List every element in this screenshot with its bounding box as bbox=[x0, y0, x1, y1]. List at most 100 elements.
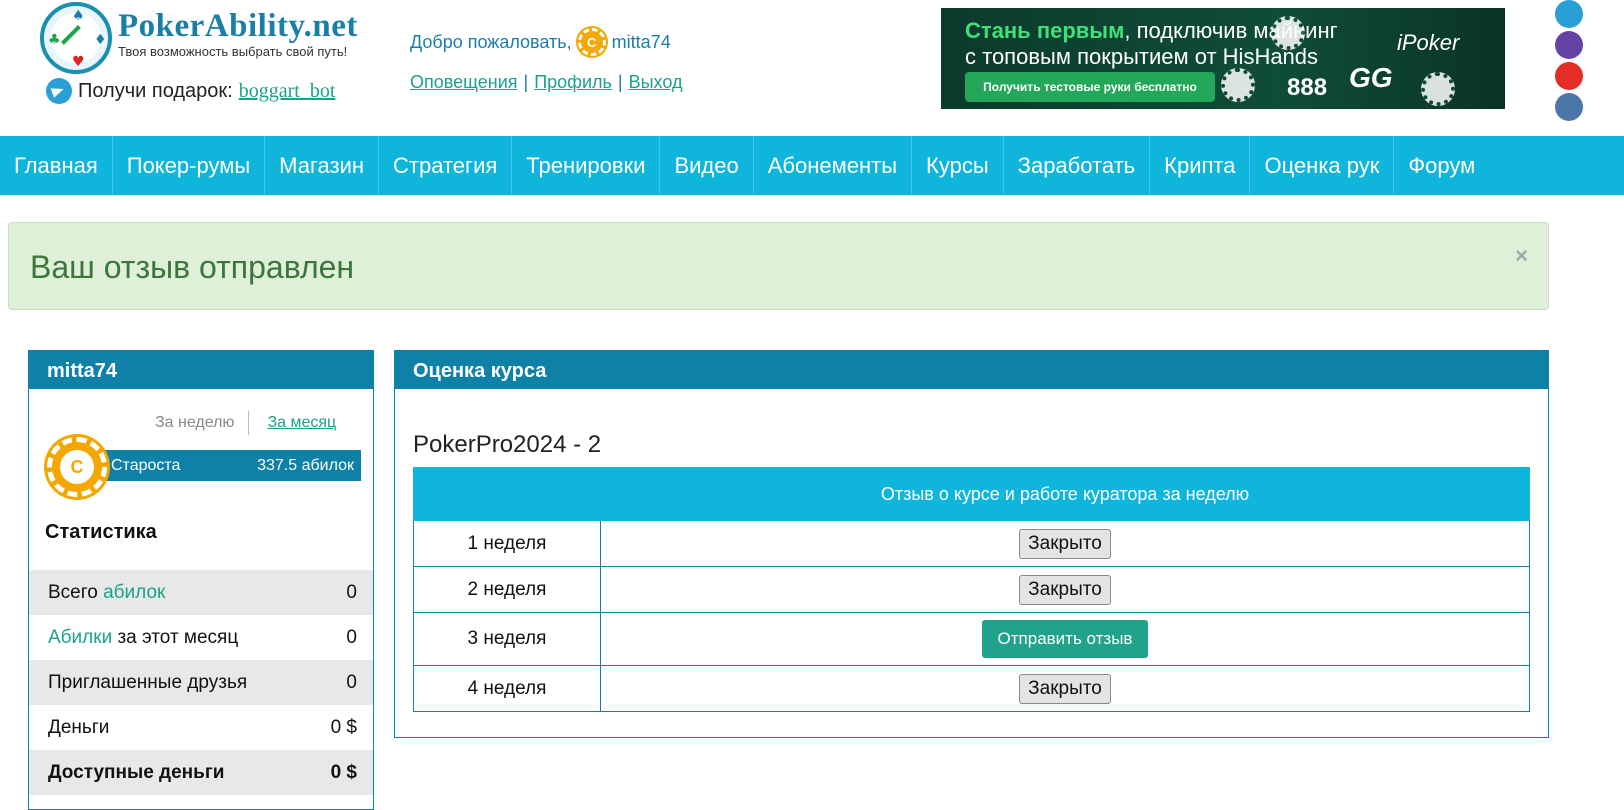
user-sidebar: mitta74 За неделю За месяц Староста 337.… bbox=[28, 350, 374, 810]
week-cell: 2 неделя bbox=[413, 566, 601, 613]
abilki-link[interactable]: Абилки bbox=[48, 627, 112, 648]
nav-item-strategy[interactable]: Стратегия bbox=[379, 136, 513, 195]
stat-label: Деньги bbox=[48, 716, 110, 738]
banner-headline-highlight: Стань первым bbox=[965, 18, 1125, 43]
closed-button[interactable]: Закрыто bbox=[1019, 528, 1111, 559]
nav-item-shop[interactable]: Магазин bbox=[265, 136, 380, 195]
period-week-tab[interactable]: За неделю bbox=[155, 414, 234, 432]
week-cell: 3 неделя bbox=[413, 612, 601, 666]
gift-bot-link[interactable]: boggart_bot bbox=[239, 80, 336, 103]
welcome-text: Добро пожаловать, bbox=[410, 31, 572, 52]
header-username[interactable]: mitta74 bbox=[612, 32, 671, 53]
action-cell: Закрыто bbox=[600, 665, 1530, 712]
gift-promo: Получи подарок: boggart_bot bbox=[46, 78, 335, 104]
nav-item-forum[interactable]: Форум bbox=[1394, 136, 1489, 195]
poker-chip-icon bbox=[1421, 72, 1455, 106]
stat-row: Всего абилок 0 bbox=[29, 570, 373, 615]
stat-label: Абилки за этот месяц bbox=[48, 627, 238, 649]
course-review-panel: Оценка курса PokerPro2024 - 2 Отзыв о ку… bbox=[394, 350, 1549, 738]
nav-item-poker-rooms[interactable]: Покер-румы bbox=[113, 136, 266, 195]
rank-bar: Староста 337.5 абилок bbox=[99, 450, 361, 481]
main-nav: Главная Покер-румы Магазин Стратегия Тре… bbox=[0, 136, 1624, 195]
table-row: 4 неделя Закрыто bbox=[413, 665, 1530, 712]
closed-button[interactable]: Закрыто bbox=[1019, 673, 1111, 704]
closed-button[interactable]: Закрыто bbox=[1019, 574, 1111, 605]
abilki-link[interactable]: абилок bbox=[103, 582, 165, 603]
panel-title: Оценка курса bbox=[395, 351, 1548, 389]
social-links bbox=[1555, 0, 1583, 124]
coin-letter: C bbox=[60, 450, 94, 484]
column-header-review: Отзыв о курсе и работе куратора за недел… bbox=[600, 467, 1530, 521]
rank-coin-icon: C bbox=[47, 437, 107, 497]
nav-item-hand-review[interactable]: Оценка рук bbox=[1250, 136, 1395, 195]
week-cell: 1 неделя bbox=[413, 520, 601, 567]
action-cell: Закрыто bbox=[600, 520, 1530, 567]
nav-item-trainings[interactable]: Тренировки bbox=[512, 136, 661, 195]
course-name: PokerPro2024 - 2 bbox=[413, 431, 602, 458]
close-icon[interactable]: × bbox=[1515, 243, 1528, 269]
link-separator: | bbox=[617, 72, 623, 92]
nav-item-video[interactable]: Видео bbox=[660, 136, 754, 195]
logout-link[interactable]: Выход bbox=[629, 72, 683, 92]
stat-label-text: Всего bbox=[48, 581, 104, 603]
stat-value: 0 bbox=[346, 671, 357, 693]
brand-888-logo: 888 bbox=[1287, 74, 1328, 101]
nav-item-courses[interactable]: Курсы bbox=[912, 136, 1004, 195]
stat-value: 0 $ bbox=[330, 761, 357, 783]
stat-row: Приглашенные друзья 0 bbox=[29, 660, 373, 705]
success-alert: Ваш отзыв отправлен × bbox=[8, 222, 1549, 310]
stat-label-text: за этот месяц bbox=[112, 626, 239, 648]
banner-subline: с топовым покрытием от HisHands bbox=[965, 44, 1319, 69]
nav-item-crypto[interactable]: Крипта bbox=[1150, 136, 1251, 195]
stat-row: Доступные деньги 0 $ bbox=[29, 750, 373, 795]
table-row: 1 неделя Закрыто bbox=[413, 520, 1530, 567]
banner-headline-rest: , подключив майнинг bbox=[1124, 18, 1338, 43]
nav-item-subscriptions[interactable]: Абонементы bbox=[754, 136, 913, 195]
action-cell: Закрыто bbox=[600, 566, 1530, 613]
table-row: 3 неделя Отправить отзыв bbox=[413, 612, 1530, 666]
week-cell: 4 неделя bbox=[413, 665, 601, 712]
site-header: ♠ ♣ ♦ ♥ PokerAbility.net Твоя возможност… bbox=[0, 0, 1624, 140]
compass-logo-icon: ♠ ♣ ♦ ♥ bbox=[40, 2, 112, 74]
poker-chip-icon bbox=[1271, 16, 1305, 50]
site-logo[interactable]: ♠ ♣ ♦ ♥ PokerAbility.net Твоя возможност… bbox=[40, 0, 360, 74]
nav-item-home[interactable]: Главная bbox=[0, 136, 113, 195]
stat-row: Деньги 0 $ bbox=[29, 705, 373, 750]
logo-title: PokerAbility.net bbox=[118, 8, 358, 44]
rank-value: 337.5 абилок bbox=[257, 456, 354, 474]
sidebar-title: mitta74 bbox=[29, 351, 373, 389]
stats-list: Всего абилок 0 Абилки за этот месяц 0 Пр… bbox=[29, 570, 373, 795]
brand-ipoker-logo: iPoker bbox=[1397, 30, 1460, 55]
table-row: 2 неделя Закрыто bbox=[413, 566, 1530, 613]
stat-label: Всего абилок bbox=[48, 582, 165, 604]
telegram-icon bbox=[46, 78, 72, 104]
banner-cta-button[interactable]: Получить тестовые руки бесплатно bbox=[965, 72, 1215, 102]
stat-label: Приглашенные друзья bbox=[48, 671, 248, 693]
period-switch: За неделю За месяц bbox=[155, 411, 336, 435]
table-header-row: Отзыв о курсе и работе куратора за недел… bbox=[413, 467, 1530, 521]
nav-item-earn[interactable]: Заработать bbox=[1004, 136, 1151, 195]
stat-value: 0 bbox=[346, 626, 357, 648]
stats-title: Статистика bbox=[45, 521, 157, 543]
brand-gg-logo: GG bbox=[1349, 62, 1393, 93]
notifications-link[interactable]: Оповещения bbox=[410, 72, 518, 92]
period-month-tab[interactable]: За месяц bbox=[267, 414, 336, 432]
welcome-line: Добро пожаловать, C mitta74 bbox=[410, 28, 671, 56]
alert-message: Ваш отзыв отправлен bbox=[30, 249, 355, 285]
logo-subtitle: Твоя возможность выбрать свой путь! bbox=[118, 44, 348, 59]
period-divider bbox=[248, 411, 250, 435]
gift-label: Получи подарок: bbox=[78, 79, 233, 102]
stat-value: 0 $ bbox=[330, 716, 357, 738]
twitch-social-icon[interactable] bbox=[1555, 31, 1583, 59]
user-links: Оповещения | Профиль | Выход bbox=[410, 72, 682, 93]
send-review-button[interactable]: Отправить отзыв bbox=[981, 620, 1149, 658]
stat-row: Абилки за этот месяц 0 bbox=[29, 615, 373, 660]
link-separator: | bbox=[523, 72, 529, 92]
coin-avatar-icon: C bbox=[577, 28, 606, 56]
youtube-social-icon[interactable] bbox=[1555, 62, 1583, 90]
vk-social-icon[interactable] bbox=[1555, 93, 1583, 121]
ad-banner[interactable]: Стань первым, подключив майнинг с топовы… bbox=[941, 8, 1505, 109]
profile-link[interactable]: Профиль bbox=[534, 72, 612, 92]
action-cell: Отправить отзыв bbox=[600, 612, 1530, 666]
telegram-social-icon[interactable] bbox=[1555, 0, 1583, 28]
